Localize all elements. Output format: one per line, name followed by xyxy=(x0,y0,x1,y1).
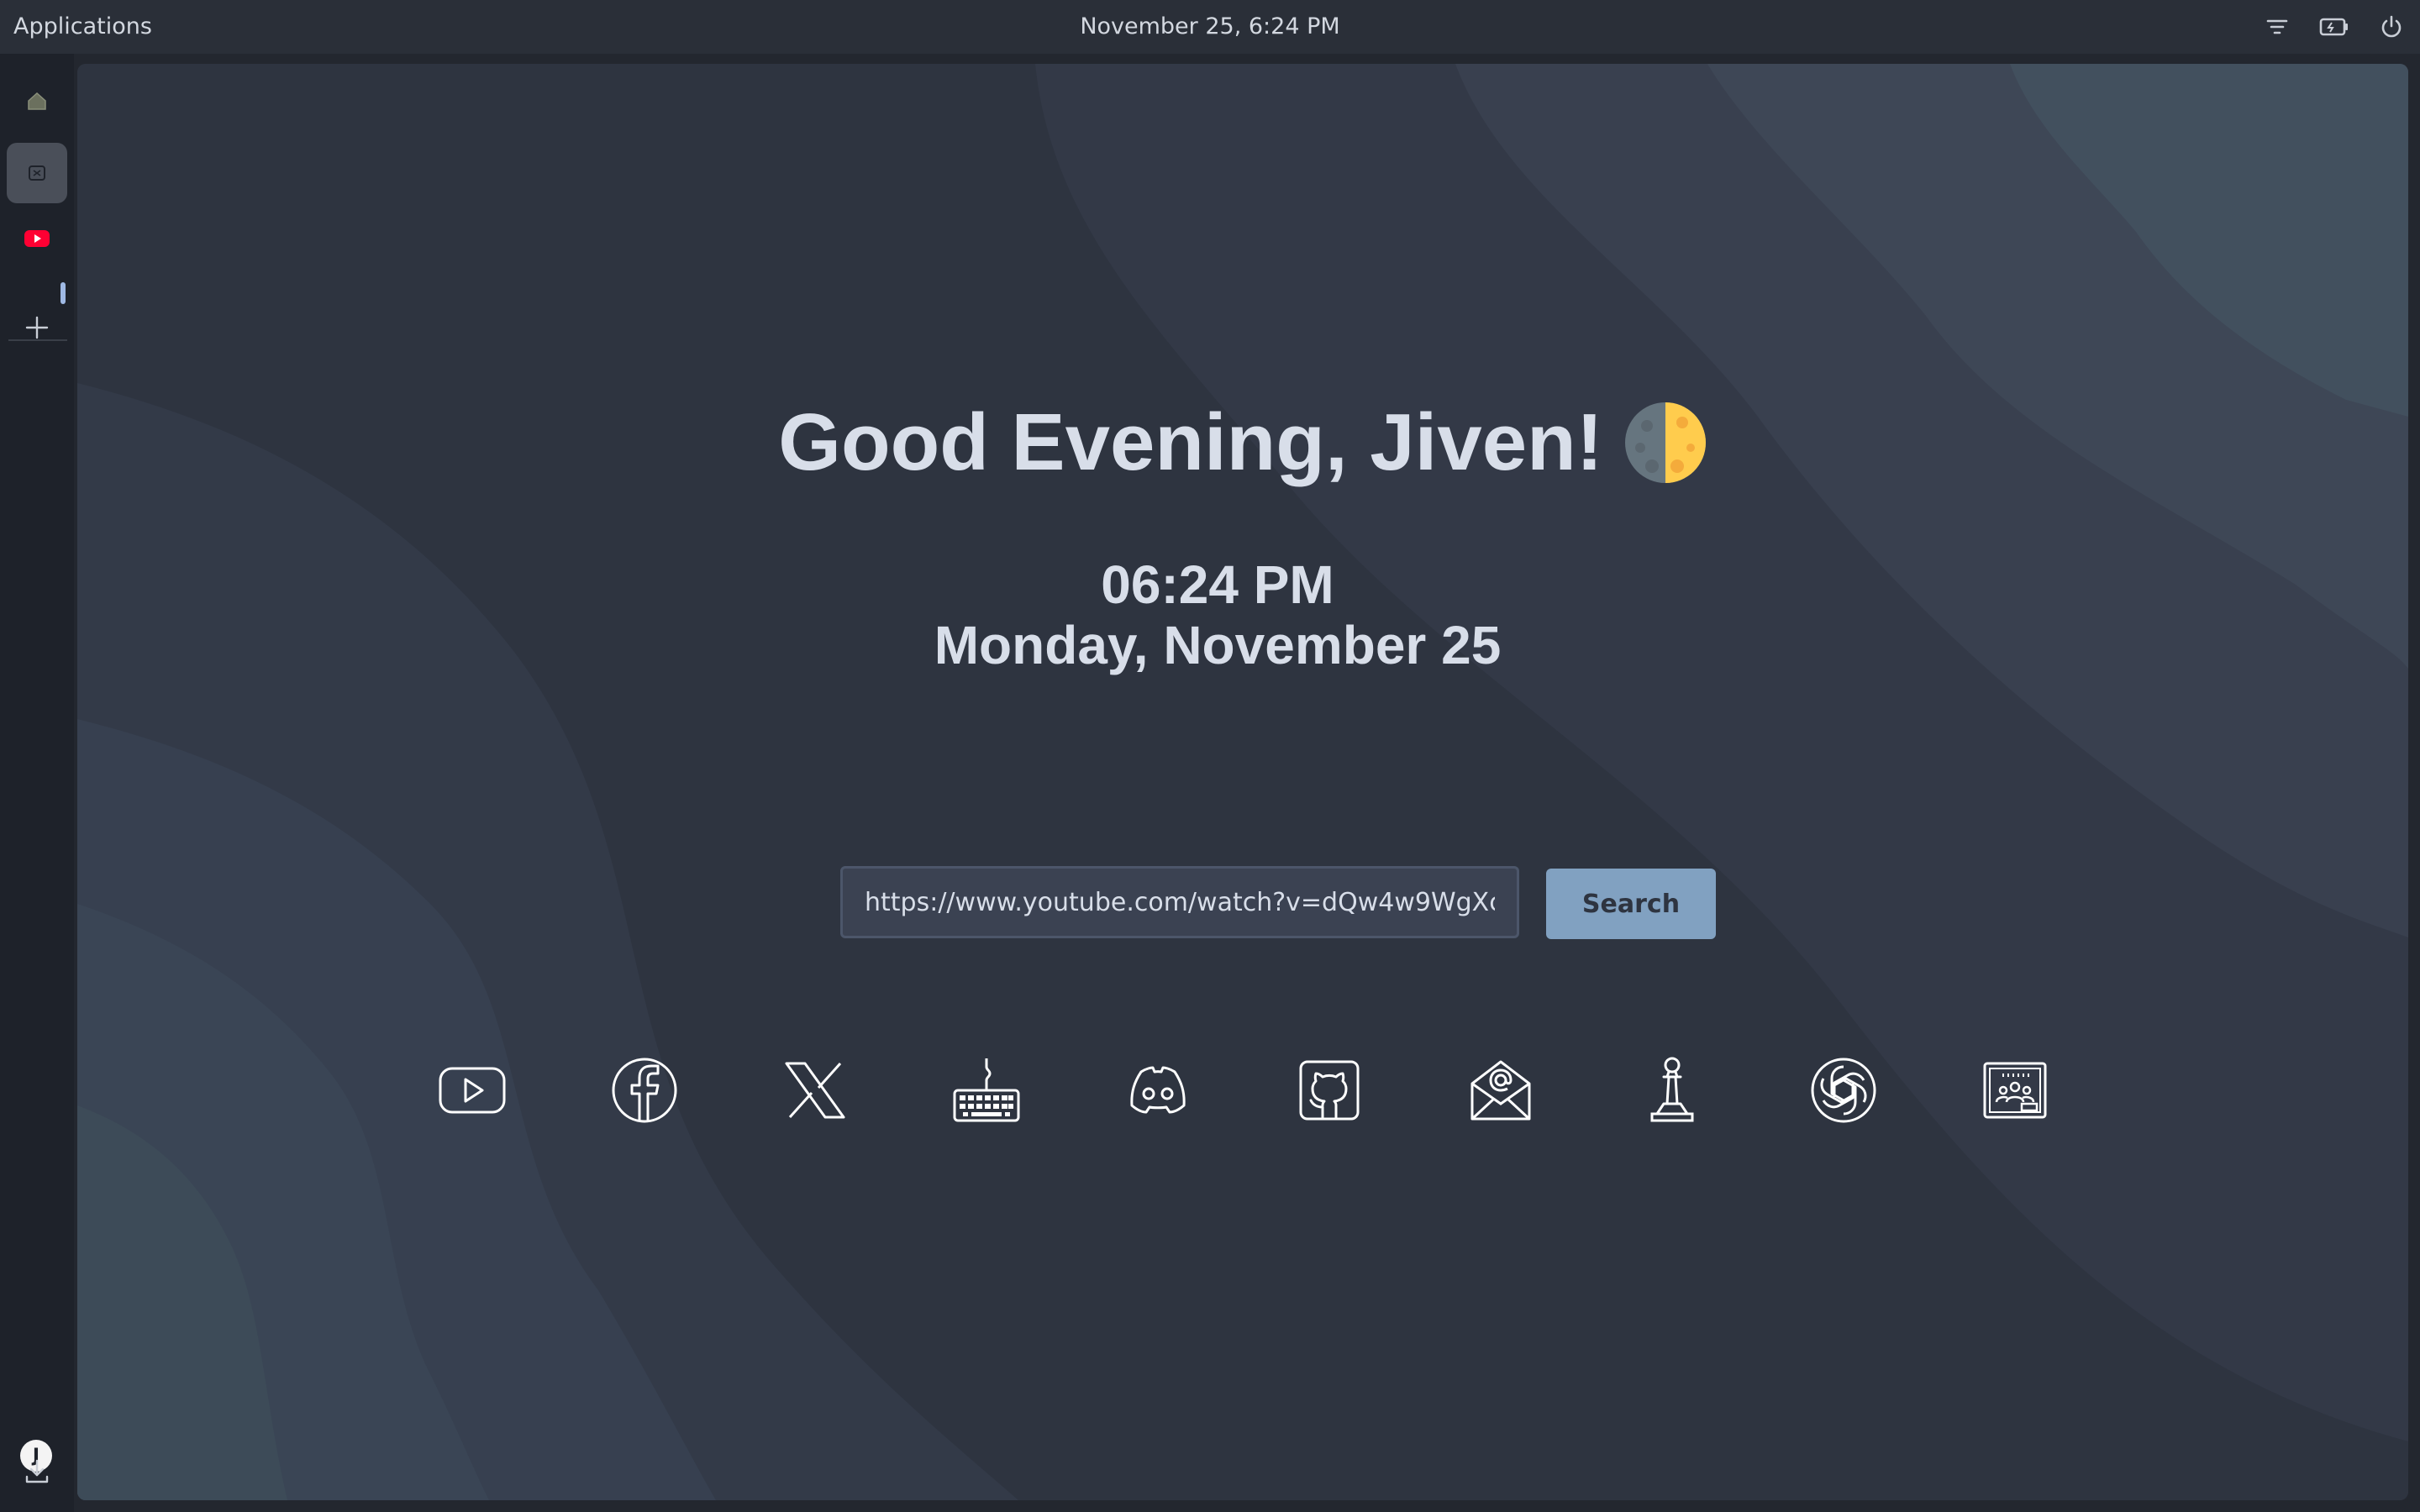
power-icon[interactable] xyxy=(2363,0,2420,54)
sidebar: J xyxy=(0,54,74,1512)
greeting: Good Evening, Jiven! xyxy=(77,396,2408,489)
moon-icon xyxy=(1624,402,1706,483)
wave-background xyxy=(77,64,2408,1500)
facebook-icon[interactable] xyxy=(602,1040,687,1141)
keyboard-icon[interactable] xyxy=(944,1040,1028,1141)
new-tab-page: Good Evening, Jiven! 06:24 PM Monday, No… xyxy=(77,64,2408,1500)
chess-pawn-icon[interactable] xyxy=(1630,1040,1714,1141)
clock-date: Monday, November 25 xyxy=(934,615,1502,675)
youtube-icon[interactable] xyxy=(430,1040,514,1141)
quick-links xyxy=(77,1040,2408,1141)
openai-icon[interactable] xyxy=(1802,1040,1886,1141)
search-button[interactable]: Search xyxy=(1546,869,1716,939)
youtube-tab-icon[interactable] xyxy=(7,208,67,269)
clock-time: 06:24 PM xyxy=(1101,554,1334,615)
home-icon[interactable] xyxy=(7,71,67,131)
tab-icon[interactable] xyxy=(7,143,67,203)
greeting-text: Good Evening, Jiven! xyxy=(778,397,1603,487)
classroom-icon[interactable] xyxy=(1973,1040,2057,1141)
x-icon[interactable] xyxy=(773,1040,857,1141)
top-bar: Applications November 25, 6:24 PM xyxy=(0,0,2420,54)
battery-icon[interactable] xyxy=(2306,0,2363,54)
add-tab-icon[interactable] xyxy=(7,297,67,358)
download-icon[interactable] xyxy=(7,1441,67,1502)
system-tray xyxy=(2249,0,2420,54)
filter-icon[interactable] xyxy=(2249,0,2306,54)
search-input[interactable] xyxy=(840,866,1519,938)
github-icon[interactable] xyxy=(1287,1040,1371,1141)
discord-icon[interactable] xyxy=(1116,1040,1200,1141)
mail-icon[interactable] xyxy=(1459,1040,1543,1141)
topbar-datetime[interactable]: November 25, 6:24 PM xyxy=(0,0,2420,54)
